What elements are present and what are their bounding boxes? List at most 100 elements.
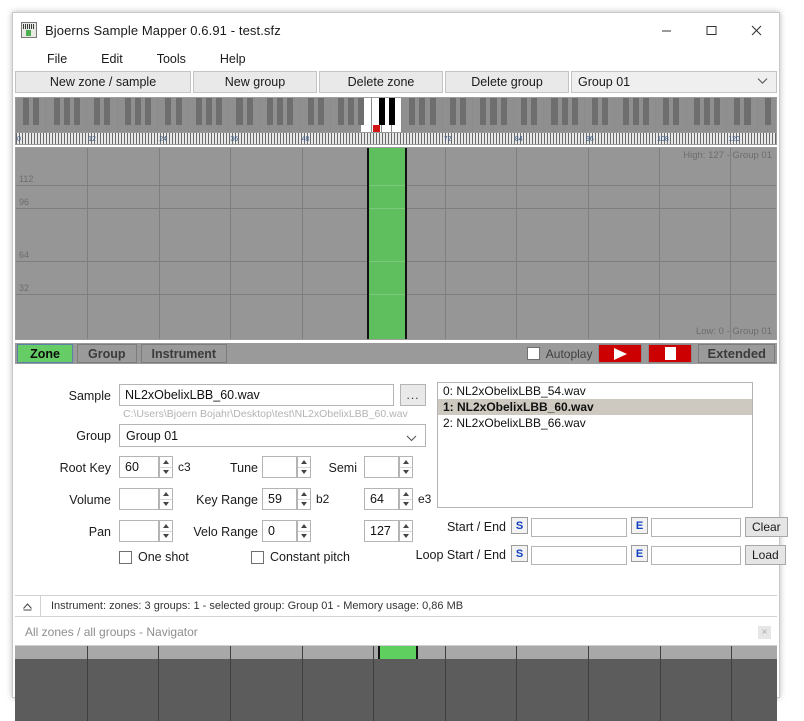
piano-black-key[interactable]	[33, 98, 40, 125]
piano-black-key[interactable]	[500, 98, 507, 125]
piano-black-key[interactable]	[94, 98, 101, 125]
piano-black-key[interactable]	[480, 98, 487, 125]
clear-button[interactable]: Clear	[745, 517, 788, 537]
end-badge-icon[interactable]: E	[631, 517, 648, 534]
piano-black-key[interactable]	[663, 98, 670, 125]
piano-black-key[interactable]	[266, 98, 274, 125]
piano-black-key[interactable]	[744, 98, 751, 125]
piano-black-key[interactable]	[388, 98, 395, 125]
velo-range-high-input[interactable]: 127	[364, 520, 399, 542]
constant-pitch-checkbox[interactable]	[251, 550, 264, 564]
piano-black-key[interactable]	[622, 98, 629, 125]
piano-black-key[interactable]	[419, 98, 426, 125]
zone-map[interactable]: 112 96 64 32 High: 127 - Group 01 Low: 0 - …	[15, 147, 777, 340]
piano-black-key[interactable]	[673, 98, 680, 125]
tune-stepper[interactable]	[297, 456, 311, 478]
piano-black-key[interactable]	[23, 98, 30, 125]
piano-black-key[interactable]	[693, 98, 700, 125]
piano-black-key[interactable]	[165, 98, 172, 125]
piano-black-key[interactable]	[561, 98, 568, 125]
piano-black-key[interactable]	[713, 98, 721, 125]
piano-black-key[interactable]	[632, 98, 639, 125]
maximize-button[interactable]	[689, 13, 734, 47]
new-zone-sample-button[interactable]: New zone / sample	[15, 71, 191, 93]
piano-black-key[interactable]	[104, 98, 111, 125]
piano-black-key[interactable]	[642, 98, 649, 125]
close-button[interactable]	[734, 13, 779, 47]
piano-black-key[interactable]	[63, 98, 70, 125]
list-item[interactable]: 0: NL2xObelixLBB_54.wav	[438, 383, 752, 399]
piano-black-key[interactable]	[429, 98, 436, 125]
key-range-low-input[interactable]: 59	[262, 488, 297, 510]
piano-black-key[interactable]	[531, 98, 538, 125]
one-shot-checkbox-row[interactable]: One shot	[119, 550, 189, 564]
piano-black-key[interactable]	[734, 98, 741, 125]
piano-black-key[interactable]	[175, 98, 182, 125]
piano-black-key[interactable]	[409, 98, 416, 125]
piano-black-key[interactable]	[449, 98, 456, 125]
velo-range-high-stepper[interactable]	[399, 520, 413, 542]
minimize-button[interactable]	[644, 13, 689, 47]
menu-help[interactable]: Help	[210, 50, 256, 68]
piano-black-key[interactable]	[145, 98, 152, 125]
map-zone-rect[interactable]	[367, 148, 407, 339]
piano-black-key[interactable]	[703, 98, 710, 125]
piano-keyboard[interactable]: 0 12 24 36 48 72 84 96 108 120	[15, 97, 777, 145]
loop-end-input[interactable]	[651, 546, 741, 565]
key-range-high-stepper[interactable]	[399, 488, 413, 510]
piano-black-key[interactable]	[348, 98, 355, 125]
piano-black-key[interactable]	[73, 98, 80, 125]
piano-black-key[interactable]	[195, 98, 202, 125]
menu-file[interactable]: File	[37, 50, 77, 68]
piano-black-key[interactable]	[358, 98, 365, 125]
piano-black-key[interactable]	[307, 98, 314, 125]
piano-black-key[interactable]	[134, 98, 141, 125]
key-range-high-input[interactable]: 64	[364, 488, 399, 510]
navigator-zone-marker[interactable]	[378, 646, 418, 659]
piano-black-key[interactable]	[338, 98, 345, 125]
play-button[interactable]	[598, 344, 643, 363]
autoplay-checkbox[interactable]	[526, 347, 540, 360]
piano-black-key[interactable]	[246, 98, 253, 125]
tab-zone[interactable]: Zone	[17, 344, 73, 363]
piano-black-key[interactable]	[551, 98, 558, 125]
loop-start-badge-icon[interactable]: S	[511, 545, 528, 562]
piano-black-key[interactable]	[317, 98, 324, 125]
sample-input[interactable]: NL2xObelixLBB_60.wav	[119, 384, 394, 406]
root-key-input[interactable]: 60	[119, 456, 159, 478]
menu-edit[interactable]: Edit	[91, 50, 133, 68]
piano-black-key[interactable]	[378, 98, 385, 125]
piano-black-key[interactable]	[490, 98, 497, 125]
loop-start-input[interactable]	[531, 546, 627, 565]
start-badge-icon[interactable]: S	[511, 517, 528, 534]
loop-end-badge-icon[interactable]: E	[631, 545, 648, 562]
stop-button[interactable]	[648, 344, 693, 363]
piano-black-key[interactable]	[459, 98, 467, 125]
extended-button[interactable]: Extended	[698, 344, 775, 363]
velo-range-low-stepper[interactable]	[297, 520, 311, 542]
piano-black-key[interactable]	[287, 98, 294, 125]
piano-black-key[interactable]	[764, 98, 771, 125]
pan-input[interactable]	[119, 520, 159, 542]
piano-black-key[interactable]	[216, 98, 223, 125]
semi-stepper[interactable]	[399, 456, 413, 478]
volume-stepper[interactable]	[159, 488, 173, 510]
one-shot-checkbox[interactable]	[119, 550, 132, 564]
new-group-button[interactable]: New group	[193, 71, 317, 93]
piano-black-key[interactable]	[124, 98, 131, 125]
sample-browse-button[interactable]: ...	[400, 384, 426, 406]
piano-black-key[interactable]	[205, 98, 213, 125]
group-select[interactable]: Group 01	[571, 71, 777, 93]
piano-black-key[interactable]	[53, 98, 60, 125]
menu-tools[interactable]: Tools	[147, 50, 196, 68]
start-input[interactable]	[531, 518, 627, 537]
chevron-up-icon[interactable]	[15, 596, 41, 616]
piano-black-key[interactable]	[592, 98, 599, 125]
velo-range-low-input[interactable]: 0	[262, 520, 297, 542]
delete-group-button[interactable]: Delete group	[445, 71, 569, 93]
piano-black-key[interactable]	[236, 98, 243, 125]
list-item[interactable]: 1: NL2xObelixLBB_60.wav	[438, 399, 752, 415]
key-range-low-stepper[interactable]	[297, 488, 311, 510]
tune-input[interactable]	[262, 456, 297, 478]
constant-pitch-checkbox-row[interactable]: Constant pitch	[251, 550, 350, 564]
